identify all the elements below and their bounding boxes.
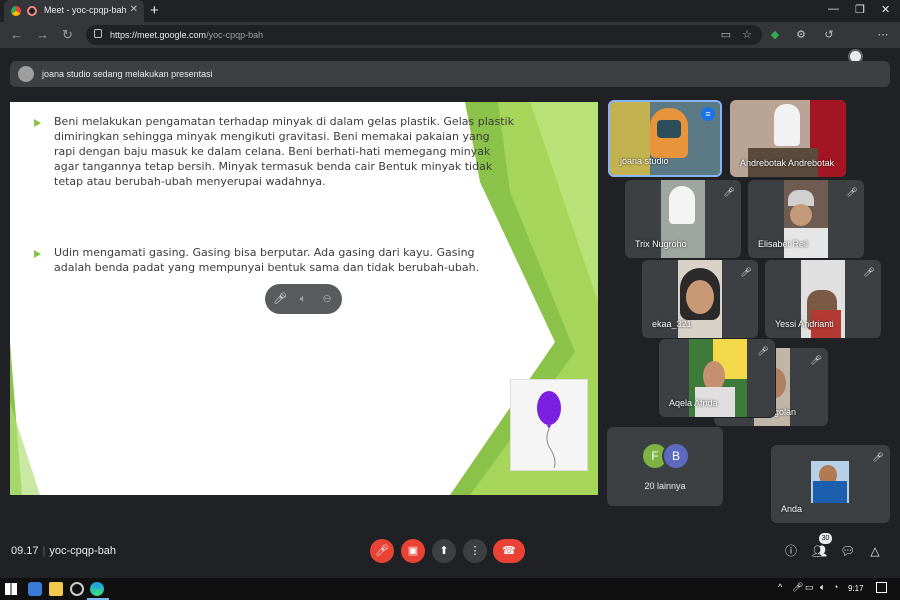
meeting-code: yoc-cpqp-bah [49,545,117,557]
participant-name: Elisabet Reli [758,239,809,249]
mic-toggle-button[interactable]: 🎤︎ [370,539,394,563]
windows-taskbar: ^ 🎤︎ ▭ 🔈︎ ◔ 9:17 [0,578,900,600]
participant-name: Yessi Andrianti [775,319,834,329]
mic-off-icon[interactable]: 🎤︎ [272,291,288,307]
meeting-details-icon[interactable]: ⓘ [784,544,798,558]
app-icon[interactable] [28,582,42,596]
slide-paragraph-2: Udin mengamati gasing. Gasing bisa berpu… [54,246,480,274]
url-bar[interactable]: https://meet.google.com/yoc-cpqp-bah [86,25,762,45]
presentation-banner: joana studio sedang melakukan presentasi [10,61,890,87]
mic-muted-icon: 🎤︎ [846,187,858,197]
edge-browser-icon[interactable] [90,582,104,596]
reload-icon[interactable]: ↻ [62,27,73,43]
wifi-icon[interactable]: ◔ [833,582,838,592]
address-toolbar: ← → ↻ https://meet.google.com/yoc-cpqp-b… [0,22,900,64]
app-icon[interactable] [70,582,84,596]
history-icon[interactable]: ↺ [823,29,835,41]
bullet-icon [34,250,41,258]
browser-menu-icon[interactable]: ⋯ [877,29,889,41]
bookmark-star-icon[interactable]: ☆ [741,29,753,41]
lock-icon [94,29,102,38]
extensions-puzzle-icon[interactable]: ⚙ [795,29,807,41]
file-explorer-icon[interactable] [49,582,63,596]
mic-muted-icon: 🎤︎ [863,267,875,277]
url-host: https://meet.google.com [110,30,207,40]
network-icon[interactable]: ▭ [805,582,814,593]
participant-name: Anda [781,504,803,514]
activities-icon[interactable]: △ [868,544,882,558]
presenter-controls-pill: 🎤︎ 🔈︎ ⊖ [265,284,342,314]
participant-tile[interactable]: Andrebotak Andrebotak [730,100,846,177]
chrome-favicon-icon [11,6,21,16]
windows-start-icon[interactable] [5,583,17,595]
leave-call-button[interactable]: ☎︎ [493,539,525,563]
bullet-icon [34,119,41,127]
extension-icon[interactable]: ◆ [769,29,781,41]
url-path: /yoc-cpqp-bah [206,30,264,40]
participant-name: joana studio [620,156,669,166]
participant-count-badge: 30 [819,533,832,544]
volume-tray-icon[interactable]: 🔈︎ [820,582,825,593]
taskbar-clock[interactable]: 9:17 [848,584,864,593]
balloon-image [510,379,588,471]
meeting-info: 09.17 | yoc-cpqp-bah [11,545,117,557]
browser-tab[interactable]: Meet - yoc-cpqp-bah ✕ [4,0,144,22]
self-tile[interactable]: 🎤︎ Anda [771,445,890,523]
participant-tile[interactable]: 🎤︎ Aqela Afrida [659,339,775,417]
presenter-avatar [18,66,34,82]
mic-muted-icon: 🎤︎ [740,267,752,277]
participant-tile[interactable]: 🎤︎ Trix Nugroho [625,180,741,258]
others-tile[interactable]: F B 20 lainnya [607,427,723,506]
notification-icon[interactable] [876,582,887,593]
mic-muted-icon: 🎤︎ [810,355,822,365]
tab-title: Meet - yoc-cpqp-bah [44,5,127,15]
mic-tray-icon[interactable]: 🎤︎ [792,582,803,593]
speaking-indicator-icon: ≡ [701,107,715,121]
participant-tile[interactable]: 🎤︎ Elisabet Reli [748,180,864,258]
remove-icon[interactable]: ⊖ [319,291,335,307]
camera-permission-icon[interactable]: ▭ [720,29,732,41]
others-count: 20 lainnya [644,481,686,491]
participant-name: Aqela Afrida [669,398,718,408]
close-window-icon[interactable]: ✕ [881,3,890,16]
slide-paragraph-1: Beni melakukan pengamatan terhadap minya… [54,115,514,188]
avatar: B [664,444,688,468]
mic-muted-icon: 🎤︎ [723,187,735,197]
tray-chevron-icon[interactable]: ^ [778,582,782,592]
participant-tile[interactable]: 🎤︎ ekaa_321 [642,260,758,338]
participant-name: ekaa_321 [652,319,692,329]
maximize-icon[interactable]: ❐ [855,3,865,16]
back-icon[interactable]: ← [10,27,23,42]
participant-name: Trix Nugroho [635,239,687,249]
present-screen-button[interactable]: ⬆ [432,539,456,563]
meeting-time: 09.17 [11,545,39,557]
mic-muted-icon: 🎤︎ [872,452,884,462]
volume-icon[interactable]: 🔈︎ [295,291,311,307]
banner-text: joana studio sedang melakukan presentasi [42,69,213,79]
minimize-icon[interactable]: — [828,3,839,15]
people-icon[interactable]: 👥︎ [812,544,827,558]
more-options-button[interactable]: ⋮ [463,539,487,563]
forward-icon[interactable]: → [36,27,49,42]
participant-name: Andrebotak Andrebotak [740,158,835,168]
close-tab-icon[interactable]: ✕ [130,4,138,15]
chat-icon[interactable]: 💬︎ [840,544,855,558]
participant-tile[interactable]: ≡ joana studio [608,100,722,177]
mic-muted-icon: 🎤︎ [757,346,769,356]
participant-name: golan [774,407,797,417]
browser-tab-bar: Meet - yoc-cpqp-bah ✕ + — ❐ ✕ [0,0,900,22]
new-tab-button[interactable]: + [150,2,159,19]
camera-toggle-button[interactable]: ▣ [401,539,425,563]
recording-indicator-icon [27,6,37,16]
call-controls-bar: 09.17 | yoc-cpqp-bah 🎤︎ ▣ ⬆ ⋮ ☎︎ ⓘ 👥︎ 30 💬… [0,525,900,578]
participant-tile[interactable]: 🎤︎ Yessi Andrianti [765,260,881,338]
